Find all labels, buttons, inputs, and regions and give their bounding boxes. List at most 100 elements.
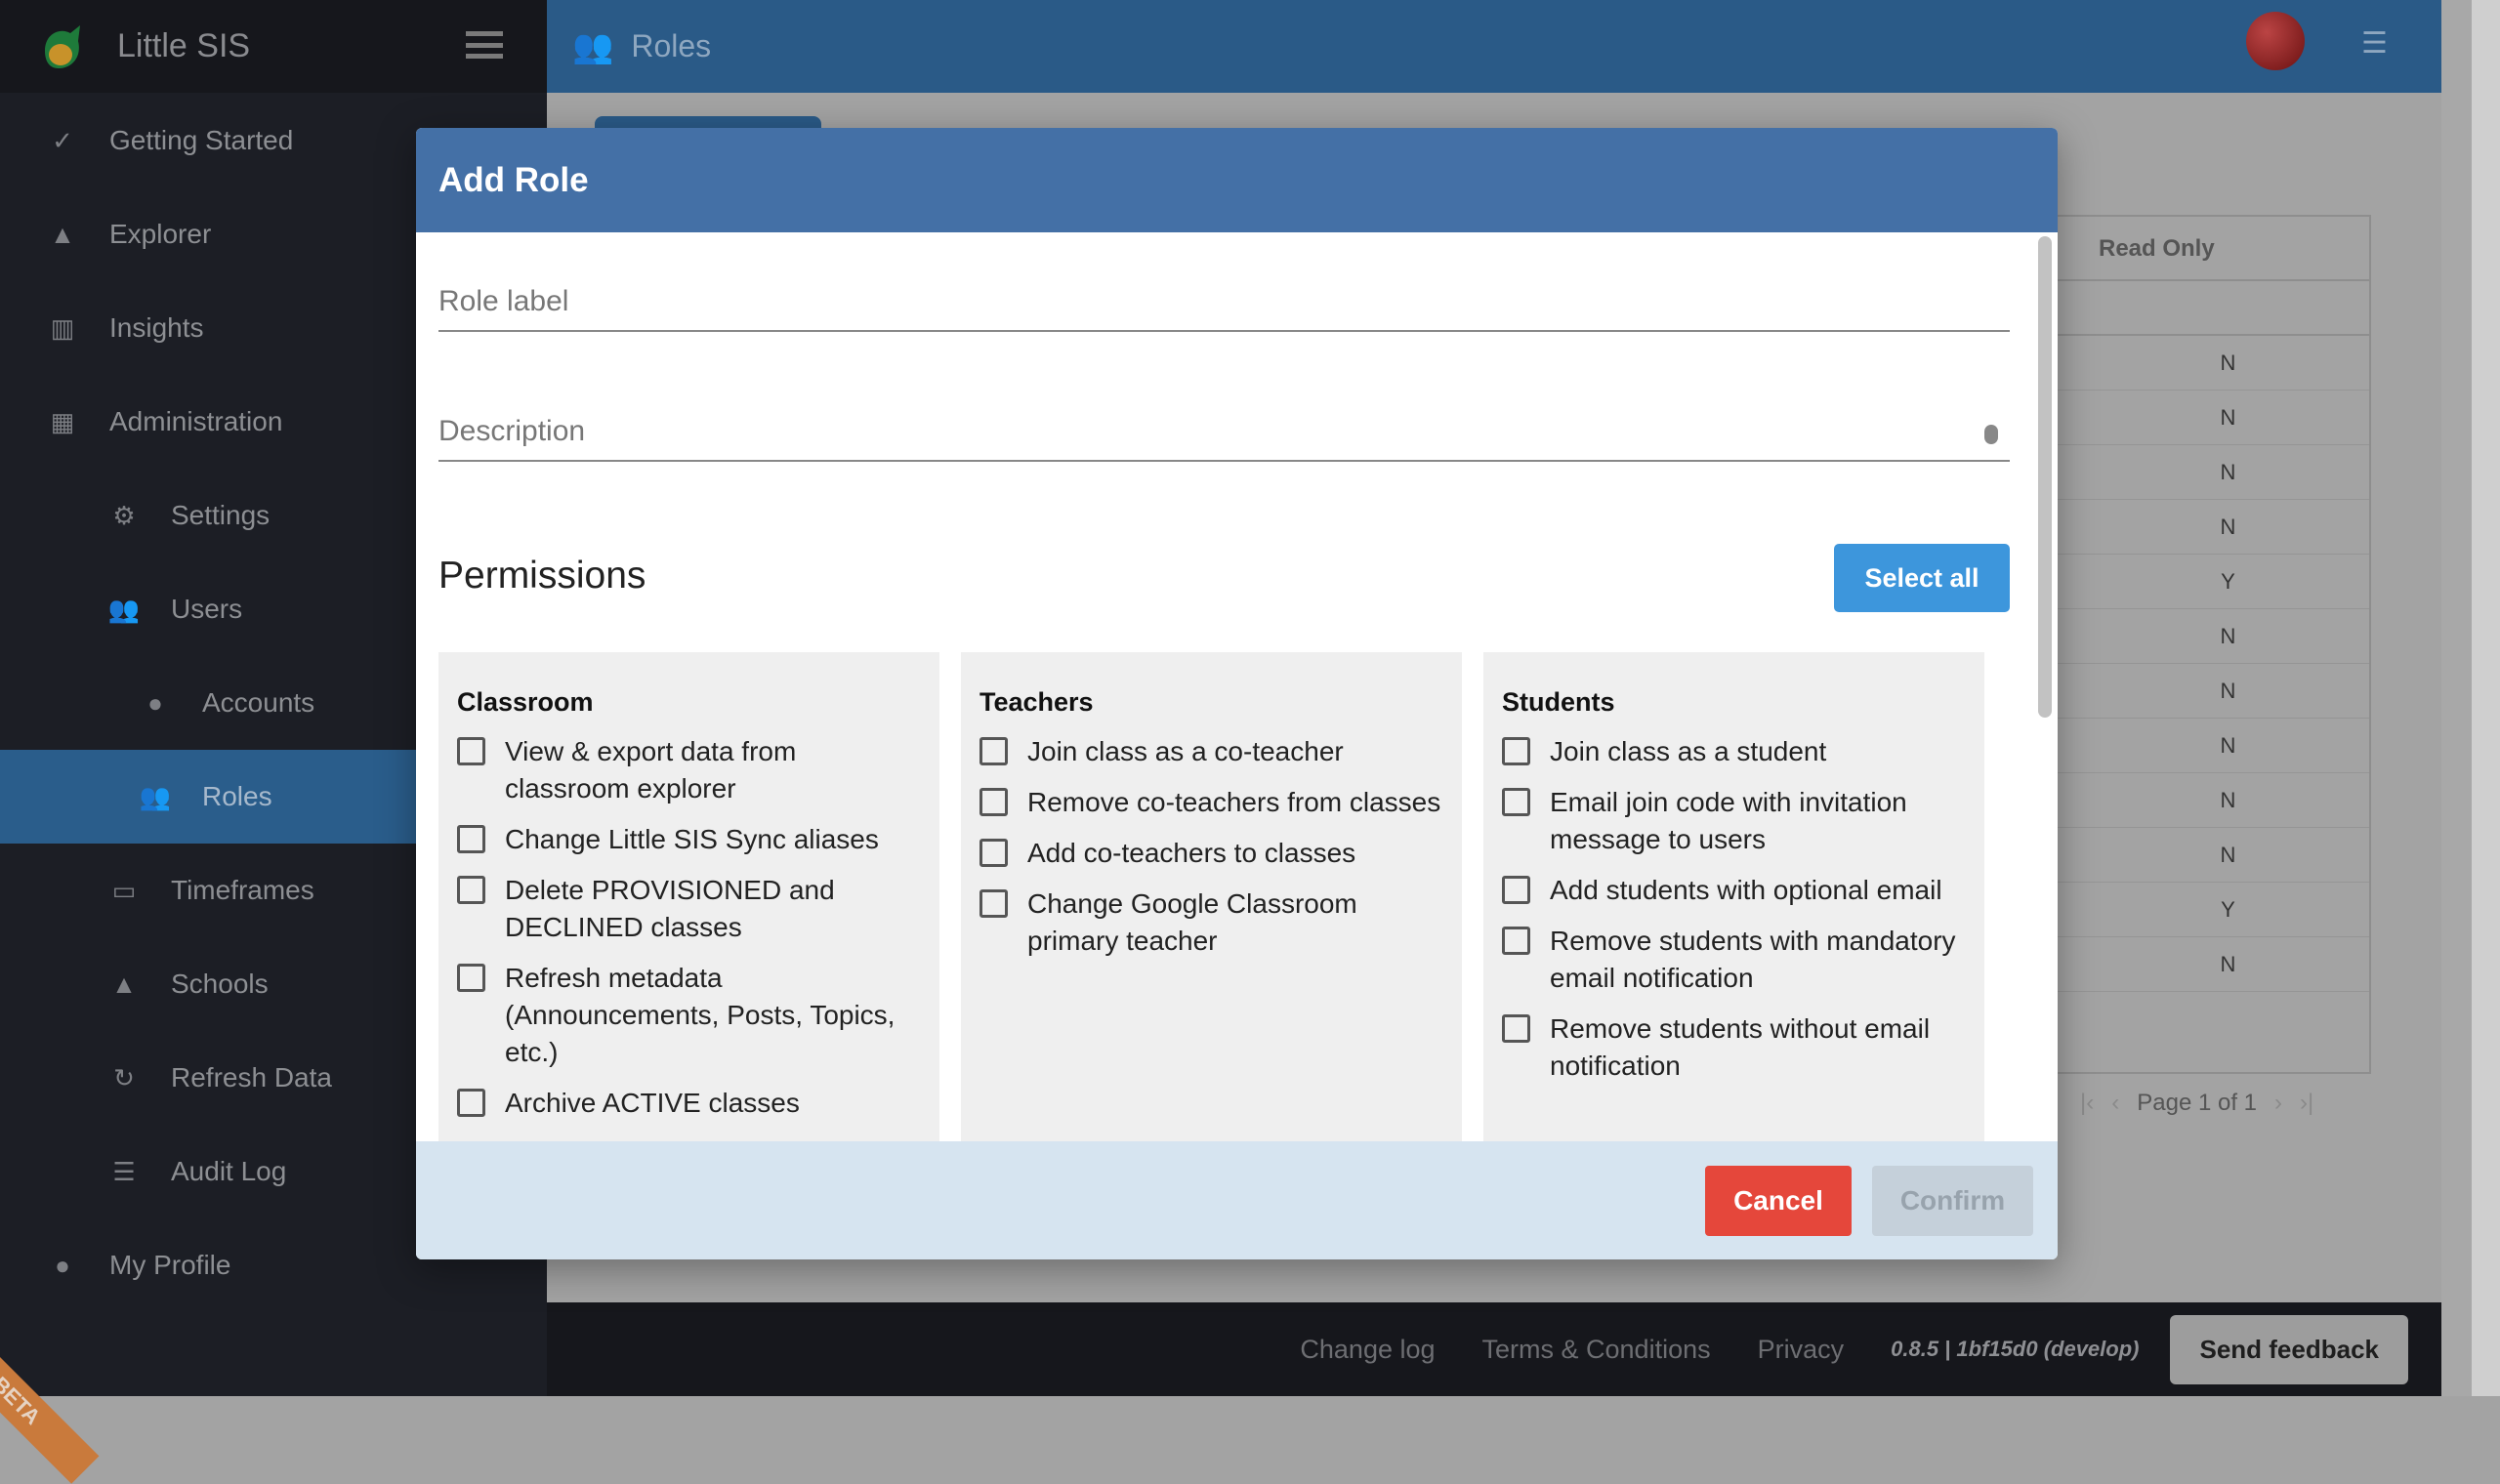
terms-link[interactable]: Terms & Conditions <box>1482 1335 1711 1365</box>
permission-group-teachers: TeachersJoin class as a co-teacherRemove… <box>961 652 1462 1160</box>
sidebar-item-label: Roles <box>202 781 272 812</box>
last-page-icon[interactable]: ›| <box>2300 1090 2313 1117</box>
person-icon: ● <box>142 689 169 717</box>
footer: Change log Terms & Conditions Privacy 0.… <box>547 1302 2441 1396</box>
checkbox[interactable] <box>457 1089 485 1117</box>
table-row[interactable]: N <box>2058 719 2369 773</box>
permission-group-students: Students Join class as a student Email joi… <box>1483 652 1984 1160</box>
select-all-button[interactable]: Select all <box>1834 544 2010 612</box>
permission-item[interactable]: Join class as a co-teacher <box>979 733 1443 770</box>
dialog-scrollbar[interactable] <box>2038 236 2052 718</box>
table-row[interactable]: N <box>2058 609 2369 664</box>
checkbox[interactable] <box>457 964 485 992</box>
permission-item[interactable]: Add co-teachers to classes <box>979 835 1443 872</box>
user-avatar[interactable] <box>2246 12 2305 70</box>
permission-item[interactable]: Delete PROVISIONED and DECLINED classes <box>457 872 921 946</box>
table-row[interactable]: N <box>2058 828 2369 883</box>
checkbox[interactable] <box>1502 1014 1530 1043</box>
permission-item[interactable]: Email join code with invitation message … <box>1502 784 1966 858</box>
privacy-link[interactable]: Privacy <box>1758 1335 1845 1365</box>
permission-label: Remove students with mandatory email not… <box>1550 923 1966 997</box>
refresh-icon: ↻ <box>110 1064 138 1092</box>
app-name: Little SIS <box>117 27 250 65</box>
permission-label: Join class as a student <box>1550 733 1826 770</box>
checkbox[interactable] <box>979 889 1008 918</box>
roles-table: Read Only NNNNYNNNNNYN <box>2058 215 2371 1074</box>
chart-icon: ▥ <box>49 314 76 342</box>
permission-label: View & export data from classroom explor… <box>505 733 921 807</box>
users-icon: 👥 <box>142 783 169 810</box>
role-label-input[interactable]: Role label <box>438 285 2010 332</box>
permission-label: Remove students without email notificati… <box>1550 1010 1966 1085</box>
checkbox[interactable] <box>1502 788 1530 816</box>
send-feedback-button[interactable]: Send feedback <box>2170 1315 2408 1384</box>
table-row[interactable]: N <box>2058 391 2369 445</box>
table-row[interactable]: Y <box>2058 883 2369 937</box>
permission-item[interactable]: Archive ACTIVE classes <box>457 1085 921 1122</box>
sidebar-item-label: Users <box>171 594 242 625</box>
top-bar: 👥 Roles <box>547 0 2441 93</box>
dashboard-icon: ▦ <box>49 408 76 435</box>
changelog-link[interactable]: Change log <box>1300 1335 1435 1365</box>
menu-toggle-icon[interactable] <box>466 31 503 59</box>
users-icon: 👥 <box>110 596 138 623</box>
sidebar-item-label: Explorer <box>109 219 211 250</box>
table-row[interactable]: N <box>2058 773 2369 828</box>
page-scrollbar[interactable] <box>2441 0 2500 1396</box>
sidebar-item-label: Insights <box>109 312 204 344</box>
first-page-icon[interactable]: |‹ <box>2080 1090 2094 1117</box>
version-label: 0.8.5 | 1bf15d0 (develop) <box>1891 1337 2139 1362</box>
checkbox[interactable] <box>979 788 1008 816</box>
permission-label: Add students with optional email <box>1550 872 1942 909</box>
table-row[interactable]: N <box>2058 445 2369 500</box>
permission-label: Archive ACTIVE classes <box>505 1085 800 1122</box>
cancel-button[interactable]: Cancel <box>1705 1166 1852 1236</box>
table-row[interactable]: N <box>2058 500 2369 555</box>
permission-item[interactable]: Remove students without email notificati… <box>1502 1010 1966 1085</box>
sidebar-item-label: My Profile <box>109 1250 230 1281</box>
table-row[interactable]: N <box>2058 664 2369 719</box>
table-row[interactable]: N <box>2058 336 2369 391</box>
users-icon: 👥 <box>572 27 613 66</box>
permission-item[interactable]: Refresh metadata (Announcements, Posts, … <box>457 960 921 1071</box>
school-icon: ▲ <box>49 221 76 248</box>
permission-item[interactable]: Remove co-teachers from classes <box>979 784 1443 821</box>
description-input[interactable]: Description <box>438 415 2010 462</box>
column-filter[interactable] <box>2058 281 2369 336</box>
next-page-icon[interactable]: › <box>2274 1090 2282 1117</box>
permission-label: Email join code with invitation message … <box>1550 784 1966 858</box>
confirm-button[interactable]: Confirm <box>1872 1166 2033 1236</box>
sidebar-item-label: Accounts <box>202 687 314 719</box>
permission-label: Add co-teachers to classes <box>1027 835 1355 872</box>
permission-group-title: Classroom <box>457 687 921 718</box>
dialog-footer: Cancel Confirm <box>416 1141 2058 1259</box>
checkbox[interactable] <box>457 876 485 904</box>
checkbox[interactable] <box>457 825 485 853</box>
permission-item[interactable]: Change Little SIS Sync aliases <box>457 821 921 858</box>
permission-item[interactable]: Change Google Classroom primary teacher <box>979 886 1443 960</box>
resize-handle-icon[interactable] <box>1984 425 1998 444</box>
checkbox[interactable] <box>1502 876 1530 904</box>
column-header-read-only[interactable]: Read Only <box>2058 217 2369 281</box>
checkbox[interactable] <box>979 839 1008 867</box>
permission-item[interactable]: Join class as a student <box>1502 733 1966 770</box>
checkbox[interactable] <box>457 737 485 765</box>
sidebar-item-label: Timeframes <box>171 875 314 906</box>
permission-group-title: Students <box>1502 687 1966 718</box>
table-row[interactable]: N <box>2058 937 2369 992</box>
sidebar-item-label: Audit Log <box>171 1156 286 1187</box>
permission-item[interactable]: Remove students with mandatory email not… <box>1502 923 1966 997</box>
permission-label: Join class as a co-teacher <box>1027 733 1344 770</box>
table-row[interactable]: Y <box>2058 555 2369 609</box>
list-icon: ☰ <box>110 1158 138 1185</box>
permission-item[interactable]: View & export data from classroom explor… <box>457 733 921 807</box>
brand-bar: Little SIS <box>0 0 547 93</box>
checkbox[interactable] <box>979 737 1008 765</box>
prev-page-icon[interactable]: ‹ <box>2111 1090 2119 1117</box>
permission-label: Refresh metadata (Announcements, Posts, … <box>505 960 921 1071</box>
list-menu-icon[interactable]: ☰ <box>2361 29 2396 59</box>
checkbox[interactable] <box>1502 737 1530 765</box>
sidebar-item-label: Administration <box>109 406 282 437</box>
permission-item[interactable]: Add students with optional email <box>1502 872 1966 909</box>
checkbox[interactable] <box>1502 927 1530 955</box>
